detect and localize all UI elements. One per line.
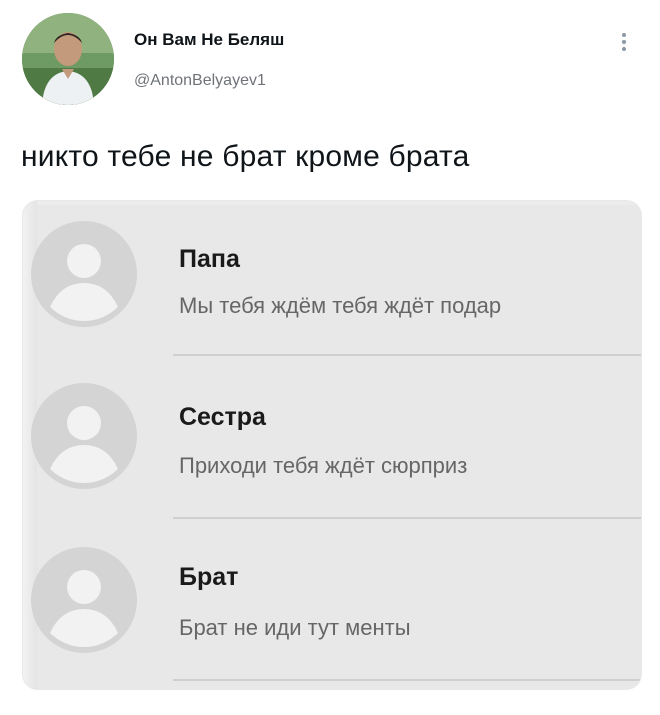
- more-options-icon[interactable]: [614, 30, 634, 54]
- tweet-header: Он Вам Не Беляш @AntonBelyayev1: [0, 0, 660, 110]
- author-handle[interactable]: @AntonBelyayev1: [134, 72, 266, 90]
- author-avatar[interactable]: [22, 13, 114, 105]
- chat-divider: [173, 517, 641, 519]
- chat-divider: [173, 354, 641, 356]
- chat-divider: [173, 679, 641, 681]
- default-contact-avatar-icon: [31, 383, 137, 489]
- chat-name: Папа: [179, 245, 240, 273]
- chat-item-brat: Брат Брат не иди тут менты: [23, 523, 641, 678]
- chat-preview: Приходи тебя ждёт сюрприз: [179, 453, 468, 478]
- avatar-photo: [22, 13, 114, 105]
- chat-name: Сестра: [179, 403, 266, 431]
- tweet-media-image[interactable]: Папа Мы тебя ждём тебя ждёт подар Сестра…: [22, 200, 642, 690]
- author-display-name[interactable]: Он Вам Не Беляш: [134, 30, 284, 50]
- chat-preview: Мы тебя ждём тебя ждёт подар: [179, 293, 502, 318]
- default-contact-avatar-icon: [31, 221, 137, 327]
- tweet-text: никто тебе не брат кроме брата: [21, 140, 470, 173]
- chat-item-sestra: Сестра Приходи тебя ждёт сюрприз: [23, 361, 641, 516]
- chat-item-papa: Папа Мы тебя ждём тебя ждёт подар: [23, 201, 641, 356]
- chat-name: Брат: [179, 563, 239, 591]
- default-contact-avatar-icon: [31, 547, 137, 653]
- chat-preview: Брат не иди тут менты: [179, 615, 411, 640]
